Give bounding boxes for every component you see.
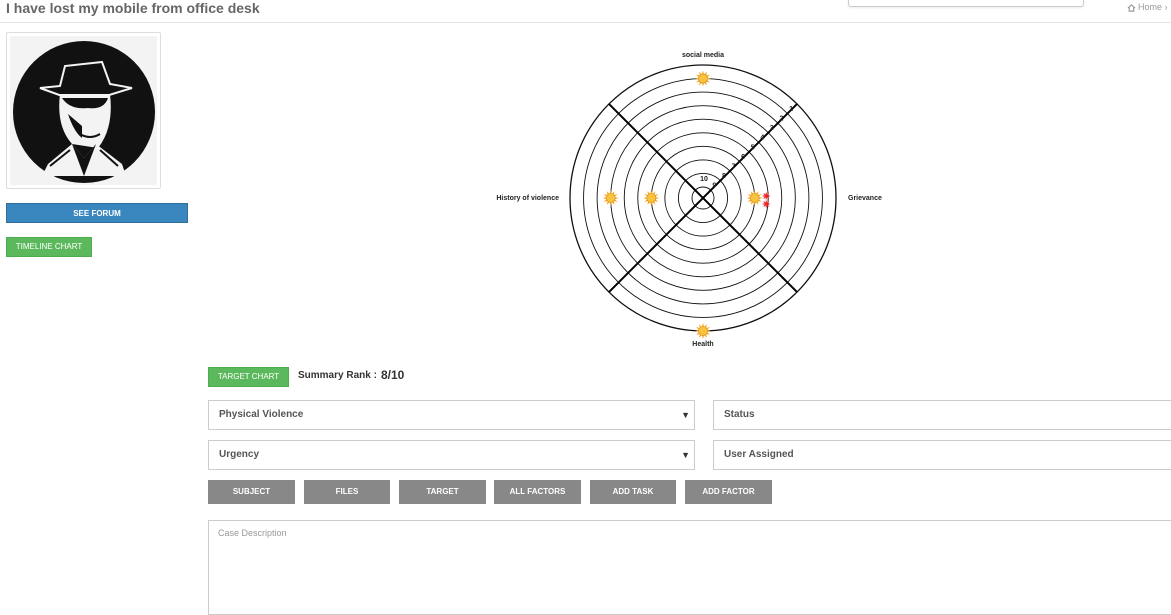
ring-number-label: 6 (741, 154, 745, 161)
ring-number-label: 1 (789, 106, 793, 113)
files-button[interactable]: FILES (304, 480, 390, 504)
sun-icon[interactable] (695, 70, 711, 87)
chevron-down-icon: ▼ (681, 450, 690, 460)
target-chart-button[interactable]: TARGET CHART (208, 367, 289, 387)
sun-icon[interactable] (602, 190, 619, 206)
chevron-down-icon: ▼ (681, 410, 690, 420)
summary-rank-label: Summary Rank : (298, 370, 377, 381)
user-assigned-select[interactable]: User Assigned (713, 440, 1171, 470)
summary-rank-value: 8/10 (381, 368, 405, 382)
add-task-button[interactable]: ADD TASK (590, 480, 676, 504)
status-select-value: Status (724, 409, 755, 420)
target-button[interactable]: TARGET (399, 480, 486, 504)
case-description-placeholder: Case Description (218, 528, 287, 538)
axis-label-health: Health (692, 341, 713, 348)
ring-number-label: 10 (700, 176, 708, 183)
ring-number-label: 3 (770, 125, 774, 132)
sun-icon[interactable] (746, 190, 763, 206)
ring-number-label: 4 (760, 135, 764, 142)
axis-label-grievance: Grievance (848, 195, 882, 202)
urgency-select-value: Urgency (219, 449, 260, 460)
category-select[interactable]: Physical Violence ▼ (208, 400, 695, 430)
ring-number-label: 5 (751, 144, 755, 151)
user-assigned-select-value: User Assigned (724, 449, 794, 460)
sun-icon[interactable] (695, 323, 711, 339)
axis-label-history-of-violence: History of violence (496, 195, 559, 202)
axis-label-social-media: social media (682, 52, 724, 59)
category-select-value: Physical Violence (219, 409, 304, 420)
target-chart: 123456789 10 social media Grievance Health Hi… (496, 52, 882, 348)
status-select[interactable]: Status (713, 400, 1171, 430)
subject-button[interactable]: SUBJECT (208, 480, 295, 504)
virus-icon[interactable] (762, 192, 770, 208)
ring-number-label: 7 (732, 163, 736, 170)
urgency-select[interactable]: Urgency ▼ (208, 440, 695, 470)
ring-number-label: 9 (712, 183, 716, 190)
case-description-textarea[interactable]: Case Description (208, 520, 1171, 615)
add-factor-button[interactable]: ADD FACTOR (685, 480, 772, 504)
ring-number-label: 2 (780, 116, 784, 123)
sun-icon[interactable] (643, 190, 660, 206)
ring-number-label: 8 (722, 173, 726, 180)
all-factors-button[interactable]: ALL FACTORS (494, 480, 581, 504)
